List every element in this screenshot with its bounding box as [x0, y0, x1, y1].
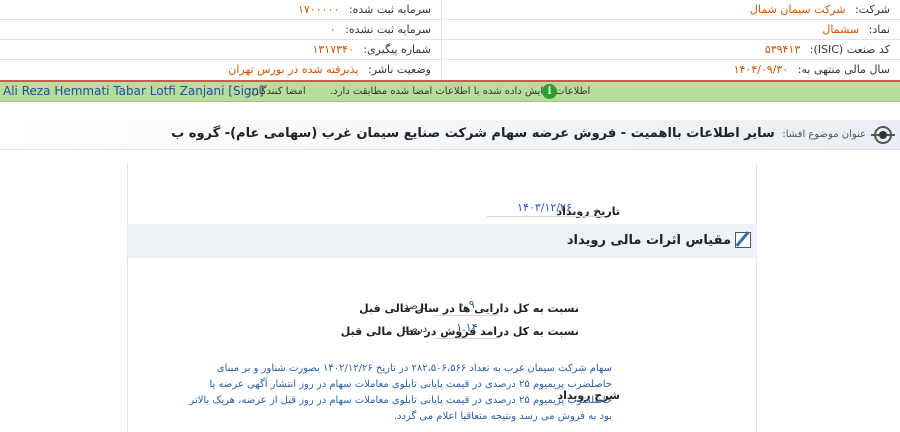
unregistered-capital-cell: سرمایه ثبت نشده: ۰	[0, 20, 442, 40]
company-cell: شرکت: شرکت سیمان شمال	[442, 0, 900, 20]
registered-capital-value: ۱۷۰۰۰۰۰	[298, 3, 340, 16]
symbol-value: سشمال	[822, 23, 860, 36]
tracking-value: ۱۳۱۷۳۴۰	[312, 43, 354, 56]
subject: عنوان موضوع افشا: سایر اطلاعات بااهمیت -…	[171, 126, 866, 141]
metric-value: ۰.۹	[434, 298, 500, 316]
fiscal-year-label: سال مالی منتهی به:	[797, 63, 890, 76]
unregistered-capital-value: ۰	[329, 23, 336, 36]
edit-notebook-icon	[735, 232, 751, 248]
subject-bar: عنوان موضوع افشا: سایر اطلاعات بااهمیت -…	[0, 120, 900, 150]
isic-cell: کد صنعت (ISIC): ۵۳۹۴۱۳	[442, 40, 900, 60]
tracking-label: شماره پیگیری:	[363, 43, 431, 56]
metric-unit: درصد	[404, 324, 428, 335]
signers-label: امضا کنندگان:	[248, 86, 306, 97]
info-row-company: شرکت: شرکت سیمان شمال سرمایه ثبت شده: ۱۷…	[0, 0, 900, 20]
signer-name[interactable]: Ali Reza Hemmati Tabar Lotfi Zanjani [Si…	[3, 84, 264, 98]
symbol-label: نماد:	[868, 23, 890, 36]
metric-unit: درصد	[404, 301, 428, 312]
subject-label: عنوان موضوع افشا:	[782, 129, 866, 140]
company-label: شرکت:	[854, 3, 890, 16]
info-icon: i	[542, 84, 557, 99]
metric-value: ۱.۱۴	[434, 321, 500, 339]
registered-capital-label: سرمایه ثبت شده:	[348, 3, 431, 16]
info-row-isic: کد صنعت (ISIC): ۵۳۹۴۱۳ شماره پیگیری: ۱۳۱…	[0, 40, 900, 60]
publisher-status-value: پذیرفته شده در بورس تهران	[228, 63, 359, 76]
event-description-text: سهام شرکت سیمان غرب به تعداد ۲۸۲،۵۰۶،۵۶۶…	[189, 363, 612, 422]
info-row-symbol: نماد: سشمال سرمایه ثبت نشده: ۰	[0, 20, 900, 40]
company-info-table: شرکت: شرکت سیمان شمال سرمایه ثبت شده: ۱۷…	[0, 0, 900, 80]
signature-bar: Ali Reza Hemmati Tabar Lotfi Zanjani [Si…	[0, 82, 900, 102]
target-icon	[871, 126, 895, 144]
event-date-row: تاریخ رویداد ۱۴۰۳/۱۲/۲۶	[127, 200, 757, 222]
publisher-status-label: وضعیت ناشر:	[368, 63, 431, 76]
tracking-cell: شماره پیگیری: ۱۳۱۷۳۴۰	[0, 40, 442, 60]
metric-row-revenue: نسبت به کل درامد فروش در سال مالی قبل ۱.…	[127, 320, 757, 342]
event-description-row: شرح رویداد سهام شرکت سیمان غرب به تعداد …	[127, 355, 757, 432]
subject-title: سایر اطلاعات بااهمیت - فروش عرضه سهام شر…	[171, 126, 775, 141]
financial-scale-header: مقیاس اثرات مالی رویداد	[127, 224, 757, 258]
metric-row-assets: نسبت به کل دارایی ها در سال مالی قبل ۰.۹…	[127, 297, 757, 319]
info-row-fiscal: سال مالی منتهی به: ۱۴۰۴/۰۹/۳۰ وضعیت ناشر…	[0, 60, 900, 80]
symbol-cell: نماد: سشمال	[442, 20, 900, 40]
isic-label: کد صنعت (ISIC):	[809, 43, 890, 56]
registered-capital-cell: سرمایه ثبت شده: ۱۷۰۰۰۰۰	[0, 0, 442, 20]
company-value: شرکت سیمان شمال	[749, 3, 846, 16]
isic-value: ۵۳۹۴۱۳	[764, 43, 801, 56]
financial-scale-title: مقیاس اثرات مالی رویداد	[566, 233, 731, 248]
fiscal-year-value: ۱۴۰۴/۰۹/۳۰	[733, 63, 789, 76]
event-date-value: ۱۴۰۳/۱۲/۲۶	[487, 201, 602, 217]
unregistered-capital-label: سرمایه ثبت نشده:	[345, 23, 431, 36]
publisher-status-cell: وضعیت ناشر: پذیرفته شده در بورس تهران	[0, 60, 442, 80]
fiscal-year-cell: سال مالی منتهی به: ۱۴۰۴/۰۹/۳۰	[442, 60, 900, 80]
